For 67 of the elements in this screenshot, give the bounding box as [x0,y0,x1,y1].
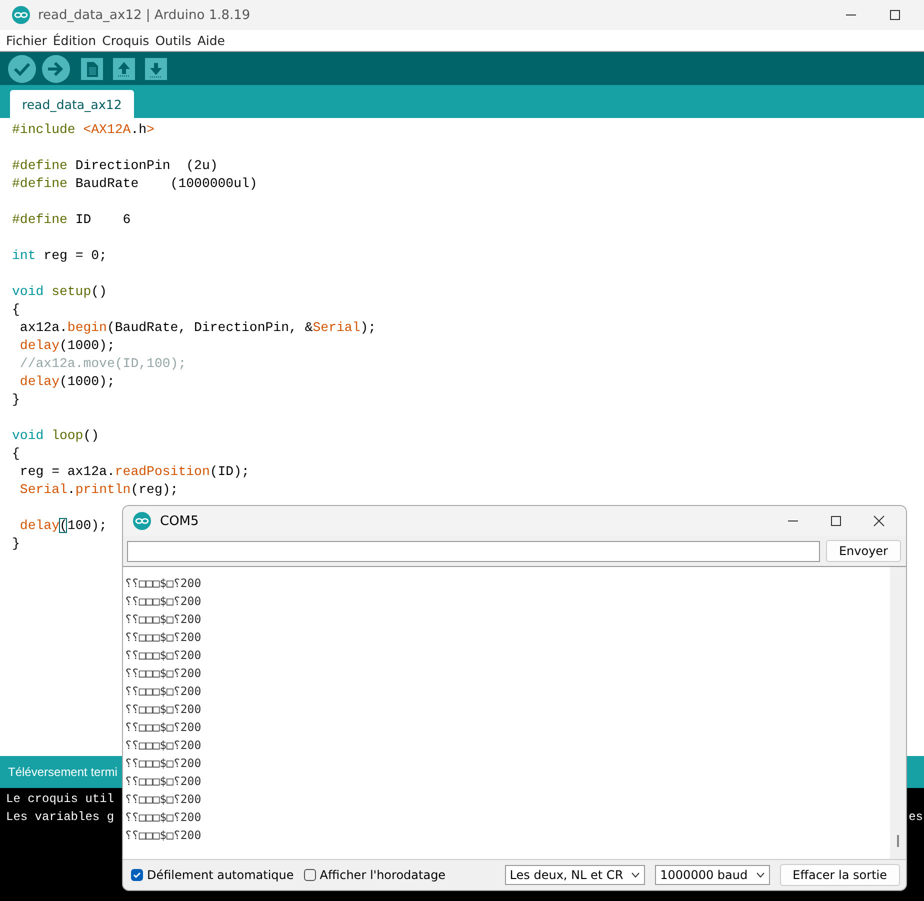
console-line: Le croquis util [6,791,114,808]
code-line: delay(1000); [18,337,115,355]
output-line: ⸮⸮□□□$□⸮200 [125,737,202,754]
code-line: delay(100); [18,517,107,535]
output-line: ⸮⸮□□□$□⸮200 [125,809,202,826]
chevron-down-icon [756,872,765,878]
scrollbar[interactable] [890,567,906,859]
maximize-icon[interactable] [829,514,843,528]
output-line: ⸮⸮□□□$□⸮200 [125,629,202,646]
code-line: delay(1000); [18,373,115,391]
menu-item[interactable]: Édition [52,33,96,48]
baud-rate-dropdown[interactable]: 1000000 baud [655,865,770,885]
code-line: void setup() [12,283,107,301]
clear-output-button[interactable]: Effacer la sortie [780,864,900,886]
code-line: } [12,535,20,553]
code-line: } [12,391,20,409]
output-line: ⸮⸮□□□$□⸮200 [125,827,202,844]
checkbox-label: Défilement automatique [147,868,294,882]
code-line: int reg = 0; [12,247,107,265]
maximize-icon[interactable] [888,8,902,22]
open-button[interactable] [113,58,135,80]
window-title: COM5 [160,514,199,528]
code-line: #define BaudRate (1000000ul) [12,175,258,193]
code-line: #define DirectionPin (2u) [12,157,218,175]
output-line: ⸮⸮□□□$□⸮200 [125,755,202,772]
code-line: //ax12a.move(ID,100); [18,355,186,373]
line-ending-dropdown[interactable]: Les deux, NL et CR [504,865,646,885]
menu-item[interactable]: Aide [197,33,225,48]
arduino-logo-icon [133,512,151,530]
code-line: reg = ax12a.readPosition(ID); [18,463,250,481]
output-line: ⸮⸮□□□$□⸮200 [125,719,202,736]
output-line: ⸮⸮□□□$□⸮200 [125,665,202,682]
check-icon [132,870,142,880]
menu-item[interactable]: Fichier [6,33,47,48]
code-line: Serial.println(reg); [18,481,178,499]
verify-button[interactable] [7,54,37,84]
file-tab[interactable]: read_data_ax12 [10,90,134,118]
code-line: #include <AX12A.h> [12,121,154,139]
output-line: ⸮⸮□□□$□⸮200 [125,683,202,700]
chevron-down-icon [631,872,640,878]
checkbox-label: Afficher l'horodatage [320,868,446,882]
code-line: #define ID 6 [12,211,131,229]
output-line: ⸮⸮□□□$□⸮200 [125,701,202,718]
output-line: ⸮⸮□□□$□⸮200 [125,575,202,592]
menu-item[interactable]: Outils [155,33,192,48]
save-button[interactable] [145,58,167,80]
code-line: ax12a.begin(BaudRate, DirectionPin, &Serial); [18,319,376,337]
output-line: ⸮⸮□□□$□⸮200 [125,773,202,790]
console-line: es [908,809,923,826]
new-file-button[interactable] [81,58,103,80]
code-line: { [12,301,20,319]
timestamp-checkbox[interactable] [304,869,316,881]
code-line: { [12,445,20,463]
output-line: ⸮⸮□□□$□⸮200 [125,647,202,664]
output-line: ⸮⸮□□□$□⸮200 [125,791,202,808]
code-line: void loop() [12,427,100,445]
window-title: read_data_ax12 | Arduino 1.8.19 [38,8,250,22]
upload-button[interactable] [41,54,71,84]
send-input-field[interactable] [127,540,820,562]
console-line: Les variables g [6,809,114,826]
arduino-logo-icon [12,6,30,24]
output-line: ⸮⸮□□□$□⸮200 [125,593,202,610]
menu-item[interactable]: Croquis [102,33,150,48]
autoscroll-checkbox[interactable] [131,869,143,881]
close-icon[interactable] [872,514,886,528]
output-line: ⸮⸮□□□$□⸮200 [125,611,202,628]
send-button[interactable]: Envoyer [826,540,901,562]
